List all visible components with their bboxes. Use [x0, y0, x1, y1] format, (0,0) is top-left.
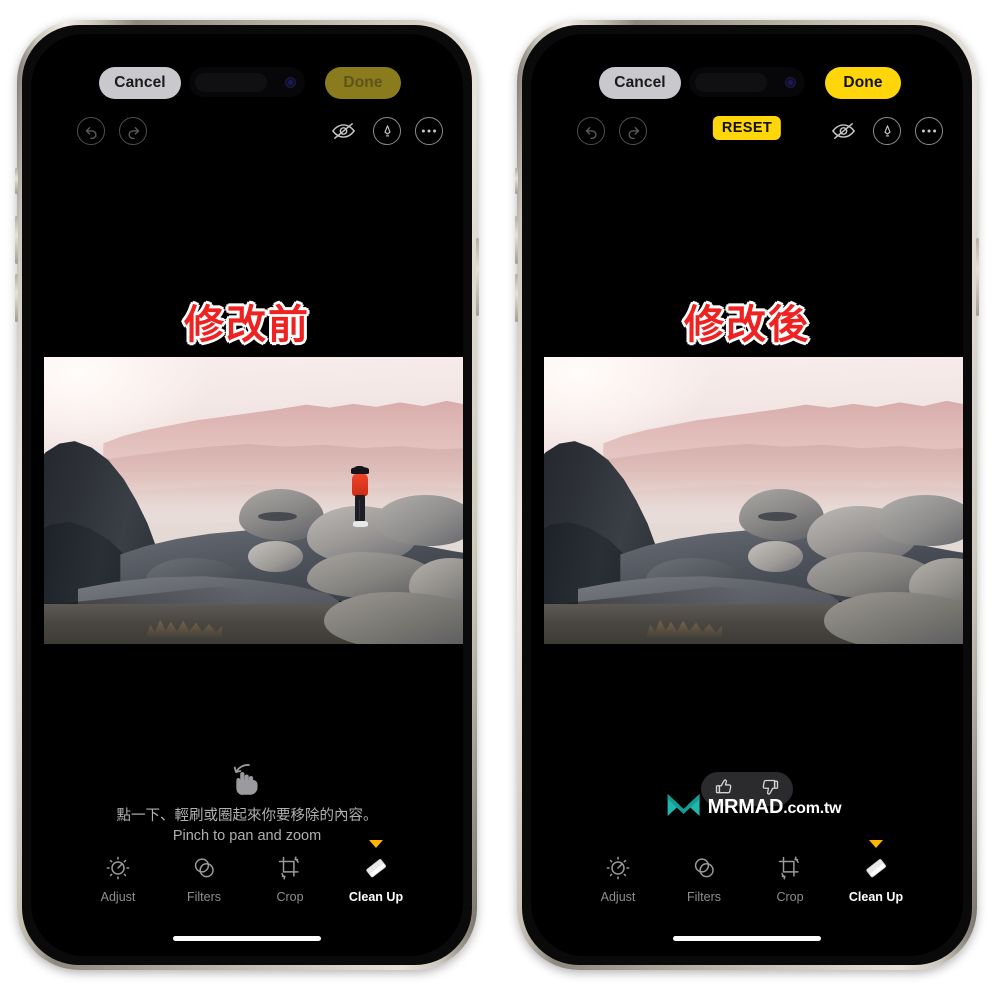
crop-rotate-icon: [777, 853, 803, 883]
watermark-text: MRMAD.com.tw: [708, 796, 842, 819]
hiker-subject: [347, 465, 372, 527]
red-jacket: [351, 474, 368, 496]
tab-label: Adjust: [600, 890, 636, 904]
volume-down-button[interactable]: [15, 274, 18, 322]
tab-label: Filters: [686, 890, 722, 904]
filters-circles-icon: [191, 853, 217, 883]
redo-arrow-icon[interactable]: [119, 117, 147, 145]
volume-up-button[interactable]: [15, 216, 18, 264]
tab-adjust[interactable]: Adjust: [575, 853, 661, 904]
editor-tabbar: Adjust Filters Crop Clean Up: [531, 840, 963, 904]
eye-slash-icon[interactable]: [827, 117, 859, 145]
photo-image: [44, 357, 463, 644]
cancel-button[interactable]: Cancel: [99, 67, 181, 99]
mrmad-bowtie-logo: [667, 792, 701, 823]
phone-frame: Cancel Done: [515, 20, 979, 970]
caption-after: 修改後: [684, 302, 810, 348]
filters-circles-icon: [691, 853, 717, 883]
reset-button[interactable]: RESET: [712, 116, 782, 140]
ellipsis-icon[interactable]: [915, 117, 943, 145]
undo-arrow-icon[interactable]: [77, 117, 105, 145]
tab-crop[interactable]: Crop: [747, 853, 833, 904]
adjust-dial-icon: [605, 853, 631, 883]
eye-slash-icon[interactable]: [327, 117, 359, 145]
editor-top-nav: Cancel Done: [531, 64, 963, 104]
legs: [354, 495, 365, 522]
editor-tool-row: RESET: [531, 110, 963, 152]
active-caret-icon: [369, 840, 383, 848]
tab-clean-up[interactable]: Clean Up: [833, 840, 919, 904]
action-button[interactable]: [15, 168, 18, 194]
watermark: MRMAD.com.tw: [667, 792, 842, 823]
watermark-domain: .com.tw: [783, 800, 842, 817]
editor-tool-row: [31, 110, 463, 152]
tab-filters[interactable]: Filters: [161, 853, 247, 904]
undo-arrow-icon[interactable]: [577, 117, 605, 145]
adjust-dial-icon: [105, 853, 131, 883]
volume-up-button[interactable]: [515, 216, 518, 264]
tab-crop[interactable]: Crop: [247, 853, 333, 904]
tab-clean-up[interactable]: Clean Up: [333, 840, 419, 904]
tab-label: Crop: [276, 890, 304, 904]
boulder-small: [747, 540, 803, 573]
eraser-icon: [362, 840, 390, 883]
crop-rotate-icon: [277, 853, 303, 883]
watermark-brand: MRMAD: [707, 796, 784, 818]
phone-screen: Cancel Done: [31, 34, 463, 956]
home-indicator[interactable]: [673, 936, 821, 941]
markup-pen-icon[interactable]: [873, 117, 901, 145]
shoes: [352, 520, 368, 527]
power-button[interactable]: [476, 238, 479, 316]
phone-frame: Cancel Done: [15, 20, 479, 970]
phone-screen: Cancel Done: [531, 34, 963, 956]
tab-adjust[interactable]: Adjust: [75, 853, 161, 904]
ellipsis-icon[interactable]: [415, 117, 443, 145]
done-button[interactable]: Done: [325, 67, 401, 99]
tab-filters[interactable]: Filters: [661, 853, 747, 904]
active-caret-icon: [869, 840, 883, 848]
tab-label: Filters: [186, 890, 222, 904]
comparison-stage: Cancel Done 修改前 點一下、輕刷或圈起來你要移除的內容。 Pinch…: [0, 0, 1000, 993]
tab-label: Clean Up: [848, 890, 904, 904]
hat: [350, 465, 370, 475]
boulder-small: [247, 540, 303, 573]
foreground-rock: [323, 592, 463, 644]
phone-before: Cancel Done 修改前 點一下、輕刷或圈起來你要移除的內容。 Pinch…: [15, 20, 479, 970]
power-button[interactable]: [976, 238, 979, 316]
photo-canvas-after[interactable]: [544, 357, 963, 644]
home-indicator[interactable]: [173, 936, 321, 941]
photo-image: [544, 357, 963, 644]
editor-tabbar: Adjust Filters Crop Clean Up: [31, 840, 463, 904]
volume-down-button[interactable]: [515, 274, 518, 322]
tab-label: Clean Up: [348, 890, 404, 904]
tab-label: Adjust: [100, 890, 136, 904]
phone-after: Cancel Done RESET 修改後 MRMAD.com.tw Adjus…: [515, 20, 979, 970]
phone-bezel: Cancel Done: [522, 25, 972, 965]
cancel-button[interactable]: Cancel: [599, 67, 681, 99]
eraser-icon: [862, 840, 890, 883]
markup-pen-icon[interactable]: [373, 117, 401, 145]
editor-top-nav: Cancel Done: [31, 64, 463, 104]
tap-hand-icon: [227, 759, 267, 802]
hint-line-cn: 點一下、輕刷或圈起來你要移除的內容。: [116, 808, 378, 824]
done-button[interactable]: Done: [825, 67, 901, 99]
redo-arrow-icon[interactable]: [619, 117, 647, 145]
caption-before: 修改前: [184, 302, 310, 348]
action-button[interactable]: [515, 168, 518, 194]
foreground-rock: [823, 592, 963, 644]
photo-canvas-before[interactable]: [44, 357, 463, 644]
tab-label: Crop: [776, 890, 804, 904]
phone-bezel: Cancel Done: [22, 25, 472, 965]
